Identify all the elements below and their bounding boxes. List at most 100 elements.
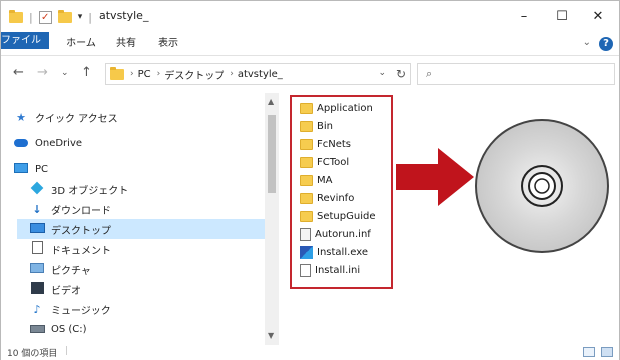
- nav-label: デスクトップ: [51, 225, 111, 237]
- drive-icon: [29, 323, 45, 336]
- file-item-autorun[interactable]: Autorun.inf: [300, 226, 371, 243]
- file-item-setupguide[interactable]: SetupGuide: [300, 208, 375, 225]
- file-item-fcnets[interactable]: FcNets: [300, 136, 351, 153]
- folder-icon: [300, 103, 313, 114]
- file-item-install-ini[interactable]: Install.ini: [300, 262, 360, 279]
- file-name: MA: [317, 175, 333, 186]
- title-bar: | ✓ ▾ | atvstyle_ – ☐ ✕: [1, 1, 619, 32]
- large-icons-view-icon[interactable]: [601, 347, 613, 357]
- scroll-down-icon[interactable]: ▼: [268, 331, 274, 340]
- navigation-pane: ★ クイック アクセス OneDrive PC 3D オブジェクト ↓ ダウンロ…: [1, 97, 265, 345]
- settings-file-icon: [300, 228, 311, 241]
- scroll-thumb[interactable]: [268, 115, 276, 193]
- file-name: Autorun.inf: [315, 229, 371, 240]
- breadcrumb-separator: ›: [230, 69, 234, 79]
- tab-share[interactable]: 共有: [111, 32, 141, 55]
- breadcrumb-desktop[interactable]: デスクトップ: [164, 67, 224, 82]
- help-icon[interactable]: ?: [599, 37, 613, 51]
- customize-toolbar-dropdown[interactable]: ▾: [78, 12, 83, 22]
- address-bar[interactable]: › PC › デスクトップ › atvstyle_ ⌄ ↻: [105, 63, 411, 85]
- nav-music[interactable]: ♪ ミュージック: [29, 299, 111, 319]
- toolbar-separator: |: [29, 10, 33, 24]
- folder-icon: [300, 121, 313, 132]
- up-arrow-icon[interactable]: ↑: [81, 65, 92, 80]
- search-icon: ⌕: [426, 67, 433, 80]
- nav-label: ピクチャ: [51, 265, 91, 277]
- status-bar: 10 個の項目 |: [1, 345, 619, 360]
- search-box[interactable]: ⌕: [417, 63, 615, 85]
- title-separator: |: [88, 10, 92, 24]
- computer-icon: [13, 162, 29, 176]
- nav-videos[interactable]: ビデオ: [29, 279, 81, 299]
- refresh-icon[interactable]: ↻: [396, 67, 406, 81]
- status-separator: |: [65, 346, 69, 356]
- navigation-row: ← → ⌄ ↑ › PC › デスクトップ › atvstyle_ ⌄ ↻ ⌕: [1, 57, 619, 93]
- music-icon: ♪: [33, 302, 41, 316]
- file-name: FcNets: [317, 139, 352, 150]
- breadcrumb-separator: ›: [130, 69, 134, 79]
- file-name: Application: [317, 103, 373, 114]
- config-file-icon: [300, 264, 311, 277]
- file-item-application[interactable]: Application: [300, 100, 373, 117]
- tab-file[interactable]: ファイル: [1, 32, 49, 49]
- nav-label: ビデオ: [51, 285, 81, 297]
- file-item-bin[interactable]: Bin: [300, 118, 333, 135]
- recent-locations-icon[interactable]: ⌄: [61, 68, 69, 78]
- nav-label: PC: [35, 163, 49, 175]
- file-item-fctool[interactable]: FCTool: [300, 154, 349, 171]
- scroll-up-icon[interactable]: ▲: [268, 97, 274, 106]
- forward-arrow-icon[interactable]: →: [37, 65, 48, 80]
- breadcrumb-atvstyle[interactable]: atvstyle_: [238, 69, 283, 80]
- nav-3d-objects[interactable]: 3D オブジェクト: [29, 179, 128, 199]
- pictures-icon: [29, 262, 45, 276]
- address-dropdown-icon[interactable]: ⌄: [378, 68, 386, 78]
- maximize-button[interactable]: ☐: [543, 5, 581, 27]
- file-item-revinfo[interactable]: Revinfo: [300, 190, 354, 207]
- back-arrow-icon[interactable]: ←: [13, 65, 24, 80]
- nav-pictures[interactable]: ピクチャ: [29, 259, 91, 279]
- nav-label: ミュージック: [51, 305, 111, 317]
- folder-icon: [300, 193, 313, 204]
- document-icon: [29, 241, 45, 257]
- nav-label: クイック アクセス: [35, 113, 118, 125]
- nav-label: OneDrive: [35, 137, 83, 149]
- cube-icon: [29, 181, 45, 197]
- folder-icon: [110, 66, 124, 80]
- desktop-icon: [29, 222, 45, 236]
- download-icon: ↓: [32, 202, 42, 216]
- nav-scrollbar[interactable]: ▲ ▼: [265, 93, 279, 345]
- tab-view[interactable]: 表示: [153, 32, 183, 55]
- nav-desktop[interactable]: デスクトップ: [17, 219, 265, 239]
- new-folder-icon[interactable]: [57, 9, 72, 23]
- file-name: Install.ini: [315, 265, 361, 276]
- file-item-install-exe[interactable]: Install.exe: [300, 244, 368, 261]
- file-item-ma[interactable]: MA: [300, 172, 332, 189]
- nav-documents[interactable]: ドキュメント: [29, 239, 111, 259]
- nav-label: ドキュメント: [51, 245, 111, 257]
- nav-label: ダウンロード: [51, 205, 111, 217]
- nav-os-drive[interactable]: OS (C:): [29, 319, 87, 339]
- file-name: SetupGuide: [317, 211, 376, 222]
- quick-access-toolbar: | ✓ ▾ |: [9, 9, 92, 24]
- file-name: Install.exe: [317, 247, 369, 258]
- nav-label: 3D オブジェクト: [51, 185, 129, 197]
- minimize-button[interactable]: –: [505, 5, 543, 27]
- details-view-icon[interactable]: [583, 347, 595, 357]
- breadcrumb-pc[interactable]: PC: [138, 69, 151, 80]
- close-button[interactable]: ✕: [579, 5, 617, 27]
- tab-home[interactable]: ホーム: [63, 32, 99, 55]
- ribbon-expand-icon[interactable]: ⌄: [583, 37, 591, 48]
- nav-pc[interactable]: PC: [13, 159, 48, 179]
- nav-label: OS (C:): [51, 323, 87, 335]
- nav-downloads[interactable]: ↓ ダウンロード: [29, 199, 111, 219]
- folder-icon: [300, 139, 313, 150]
- folder-icon: [9, 9, 23, 23]
- properties-icon[interactable]: ✓: [38, 10, 52, 24]
- installer-icon: [300, 246, 313, 259]
- window-title: atvstyle_: [99, 9, 149, 22]
- nav-quick-access[interactable]: ★ クイック アクセス: [13, 107, 118, 127]
- nav-onedrive[interactable]: OneDrive: [13, 133, 82, 153]
- video-icon: [29, 281, 45, 297]
- folder-icon: [300, 157, 313, 168]
- ribbon: ファイル ホーム 共有 表示 ⌄ ?: [1, 32, 619, 56]
